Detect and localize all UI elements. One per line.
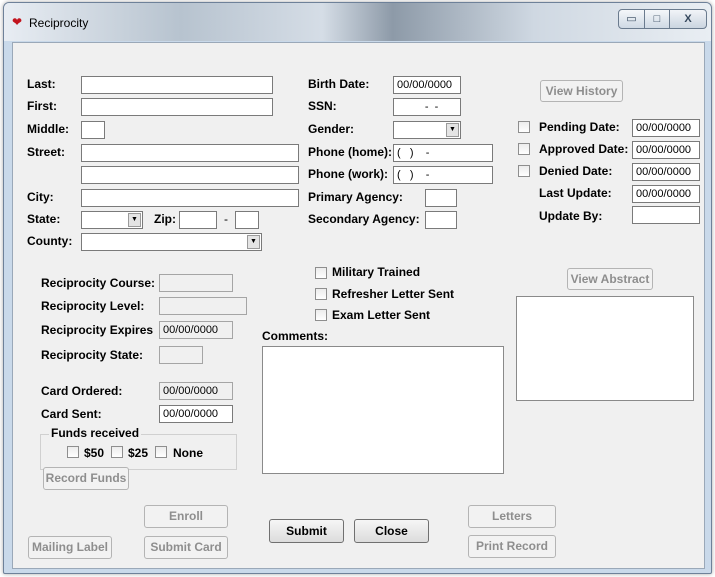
funds-50-label: $50	[84, 446, 105, 460]
comments-label: Comments:	[262, 329, 329, 343]
abstract-panel	[516, 296, 694, 401]
card-ordered-label: Card Ordered:	[41, 384, 123, 398]
update-by-label: Update By:	[539, 209, 603, 223]
street-label: Street:	[27, 145, 66, 159]
funds-25-checkbox[interactable]	[111, 446, 123, 458]
title-bar[interactable]: ❤ Reciprocity ▭ □ X	[4, 3, 711, 41]
denied-checkbox[interactable]	[518, 165, 530, 177]
county-select[interactable]: ▼	[81, 233, 262, 251]
card-ordered-input[interactable]: 00/00/0000	[159, 382, 233, 400]
ssn-input[interactable]: - -	[393, 98, 461, 116]
phone-work-label: Phone (work):	[308, 167, 388, 181]
comments-textarea[interactable]	[262, 346, 504, 474]
reciprocity-course-input[interactable]	[159, 274, 233, 292]
middle-name-label: Middle:	[27, 122, 69, 136]
maximize-button[interactable]: □	[644, 9, 670, 29]
street-input-1[interactable]	[81, 144, 299, 162]
last-name-label: Last:	[27, 77, 56, 91]
approved-date-input[interactable]: 00/00/0000	[632, 141, 700, 159]
card-sent-input[interactable]: 00/00/0000	[159, 405, 233, 423]
denied-date-input[interactable]: 00/00/0000	[632, 163, 700, 181]
city-label: City:	[27, 190, 54, 204]
minimize-button[interactable]: ▭	[618, 9, 645, 29]
chevron-down-icon[interactable]: ▼	[128, 213, 141, 227]
denied-date-label: Denied Date:	[539, 164, 613, 178]
phone-home-label: Phone (home):	[308, 145, 392, 159]
reciprocity-expires-label: Reciprocity Expires	[41, 323, 154, 337]
funds-none-checkbox[interactable]	[155, 446, 167, 458]
zip-label: Zip:	[154, 212, 176, 226]
refresher-letter-label: Refresher Letter Sent	[332, 287, 455, 301]
last-update-input[interactable]: 00/00/0000	[632, 185, 700, 203]
approved-date-label: Approved Date:	[539, 142, 629, 156]
exam-letter-checkbox[interactable]	[315, 309, 327, 321]
close-button[interactable]: Close	[354, 519, 429, 543]
submit-button[interactable]: Submit	[269, 519, 344, 543]
city-input[interactable]	[81, 189, 299, 207]
primary-agency-input[interactable]	[425, 189, 457, 207]
birth-date-label: Birth Date:	[308, 77, 370, 91]
phone-work-input[interactable]: ( ) -	[393, 166, 493, 184]
window-title: Reciprocity	[29, 16, 89, 30]
pending-date-label: Pending Date:	[539, 120, 620, 134]
funds-25-label: $25	[128, 446, 149, 460]
military-trained-label: Military Trained	[332, 265, 421, 279]
form-client-area: Last: First: Middle: Street: City: State…	[12, 42, 705, 569]
state-label: State:	[27, 212, 61, 226]
ssn-label: SSN:	[308, 99, 337, 113]
funds-50-checkbox[interactable]	[67, 446, 79, 458]
letters-button[interactable]: Letters	[468, 505, 556, 528]
print-record-button[interactable]: Print Record	[468, 535, 556, 558]
gender-label: Gender:	[308, 122, 355, 136]
chevron-down-icon[interactable]: ▼	[446, 123, 459, 137]
funds-received-title: Funds received	[49, 426, 142, 440]
zip-input[interactable]	[179, 211, 217, 229]
heart-icon: ❤	[12, 15, 23, 29]
card-sent-label: Card Sent:	[41, 407, 102, 421]
exam-letter-label: Exam Letter Sent	[332, 308, 431, 322]
phone-home-input[interactable]: ( ) -	[393, 144, 493, 162]
reciprocity-window: ❤ Reciprocity ▭ □ X Last: First: Middle:…	[3, 2, 712, 574]
reciprocity-course-label: Reciprocity Course:	[41, 276, 156, 290]
last-name-input[interactable]	[81, 76, 273, 94]
secondary-agency-label: Secondary Agency:	[308, 212, 420, 226]
first-name-label: First:	[27, 99, 57, 113]
view-history-button[interactable]: View History	[540, 80, 623, 102]
refresher-letter-checkbox[interactable]	[315, 288, 327, 300]
zip-ext-input[interactable]	[235, 211, 259, 229]
street-input-2[interactable]	[81, 166, 299, 184]
reciprocity-level-input[interactable]	[159, 297, 247, 315]
middle-name-input[interactable]	[81, 121, 105, 139]
reciprocity-level-label: Reciprocity Level:	[41, 299, 145, 313]
secondary-agency-input[interactable]	[425, 211, 457, 229]
primary-agency-label: Primary Agency:	[308, 190, 403, 204]
mailing-label-button[interactable]: Mailing Label	[28, 536, 112, 559]
close-window-button[interactable]: X	[669, 9, 707, 29]
zip-separator: -	[224, 212, 228, 226]
view-abstract-button[interactable]: View Abstract	[567, 268, 653, 290]
submit-card-button[interactable]: Submit Card	[144, 536, 228, 559]
enroll-button[interactable]: Enroll	[144, 505, 228, 528]
pending-checkbox[interactable]	[518, 121, 530, 133]
approved-checkbox[interactable]	[518, 143, 530, 155]
military-trained-checkbox[interactable]	[315, 267, 327, 279]
gender-select[interactable]: ▼	[393, 121, 461, 139]
last-update-label: Last Update:	[539, 186, 612, 200]
record-funds-button[interactable]: Record Funds	[43, 467, 129, 490]
reciprocity-state-input[interactable]	[159, 346, 203, 364]
state-select[interactable]: ▼	[81, 211, 143, 229]
funds-none-label: None	[173, 446, 203, 460]
reciprocity-state-label: Reciprocity State:	[41, 348, 144, 362]
update-by-input[interactable]	[632, 206, 700, 224]
chevron-down-icon[interactable]: ▼	[247, 235, 260, 249]
pending-date-input[interactable]: 00/00/0000	[632, 119, 700, 137]
first-name-input[interactable]	[81, 98, 273, 116]
birth-date-input[interactable]: 00/00/0000	[393, 76, 461, 94]
county-label: County:	[27, 234, 73, 248]
reciprocity-expires-input[interactable]: 00/00/0000	[159, 321, 233, 339]
